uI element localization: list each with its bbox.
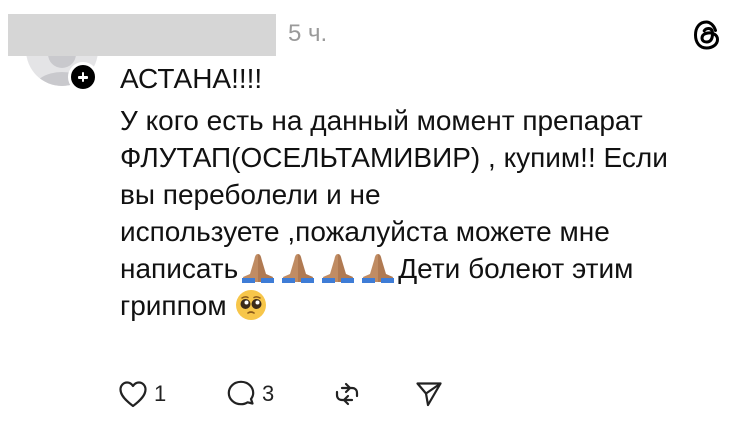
share-button[interactable] (414, 376, 444, 412)
comment-count: 3 (262, 381, 275, 406)
post-text-segment: гриппом (120, 290, 227, 321)
post-text-line: У кого есть на данный момент препарат (120, 105, 643, 136)
like-button[interactable]: 1 (118, 376, 166, 412)
share-icon (416, 382, 442, 407)
repost-icon (335, 382, 359, 406)
heart-icon (119, 381, 147, 408)
post-text-line-with-emoji: написать Дети болеют этим (120, 250, 730, 287)
post-text-line: АСТАНА!!!! (120, 63, 263, 94)
follow-plus-icon[interactable] (68, 62, 98, 92)
folded-hands-emoji (282, 254, 315, 283)
folded-hands-emoji (322, 254, 355, 283)
post-text-segment: написать (120, 253, 239, 284)
comment-button[interactable]: 3 (226, 376, 274, 412)
threads-logo-icon[interactable] (692, 19, 722, 51)
like-count: 1 (154, 381, 167, 406)
post-text-line: используете ,пожалуйста можете мне (120, 216, 610, 247)
folded-hands-emoji (242, 254, 275, 283)
threads-post: 5 ч. АСТАНА!!!! У кого есть на данный мо… (0, 0, 750, 440)
folded-hands-emoji (362, 254, 395, 283)
comment-icon (227, 380, 255, 406)
repost-button[interactable] (332, 376, 362, 412)
pleading-face-emoji (235, 290, 266, 320)
username-redacted (8, 14, 276, 56)
post-timestamp: 5 ч. (288, 20, 328, 47)
post-body: АСТАНА!!!! У кого есть на данный момент … (120, 60, 730, 324)
post-text-line: ФЛУТАП(ОСЕЛЬТАМИВИР) , купим!! Если (120, 142, 668, 173)
post-text-line-with-emoji: гриппом (120, 287, 730, 324)
post-text-line: вы переболели и не (120, 179, 381, 210)
post-text-segment: Дети болеют этим (398, 253, 634, 284)
